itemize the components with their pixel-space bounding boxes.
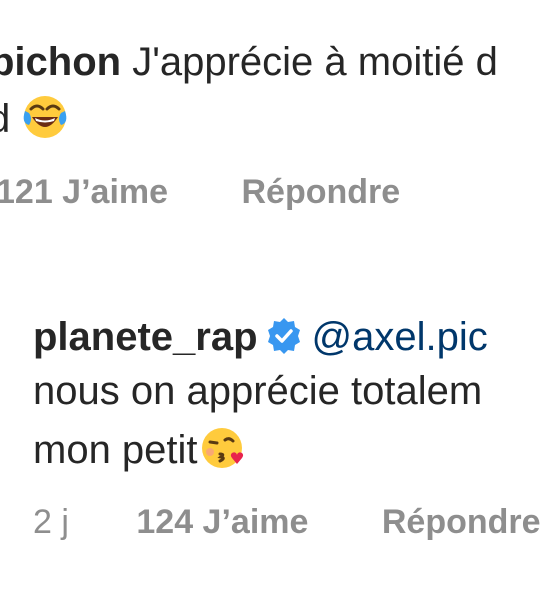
comment-2-reply-button[interactable]: Répondre [382, 503, 541, 541]
comment-1-text-fragment: d [0, 97, 10, 141]
comment-2-time: 2 j [33, 503, 69, 541]
face-blowing-a-kiss-icon [198, 424, 246, 472]
comment-1-username[interactable]: pichon [0, 40, 121, 84]
face-with-tears-of-joy-icon [21, 93, 69, 141]
comment-2-mention[interactable]: @axel.pic [312, 315, 488, 359]
comment-2-username[interactable]: planete_rap [33, 315, 258, 359]
comment-2-likes[interactable]: 124 J’aime [136, 503, 308, 541]
comment-1-reply-button[interactable]: Répondre [241, 173, 400, 211]
comment-2-text-line-3: mon petit [33, 428, 198, 472]
comment-2-line-2: nous on apprécie totalem [33, 367, 482, 415]
comment-1-line-1: pichon J'apprécie à moitié d [0, 38, 498, 86]
comment-2-line-3: mon petit [33, 424, 246, 474]
comment-1-meta: 121 J’aime Répondre [0, 172, 400, 212]
comment-2-text-line-2: nous on apprécie totalem [33, 369, 483, 413]
comment-1-line-2: d [0, 93, 69, 143]
comment-1-text: J'apprécie à moitié d [121, 40, 498, 84]
comment-2-meta: 2 j 124 J’aime Répondre [33, 502, 541, 542]
verified-badge-icon [264, 316, 304, 356]
comment-1-likes[interactable]: 121 J’aime [0, 173, 168, 211]
comment-2-line-1: planete_rap @axel.pic [33, 313, 488, 361]
